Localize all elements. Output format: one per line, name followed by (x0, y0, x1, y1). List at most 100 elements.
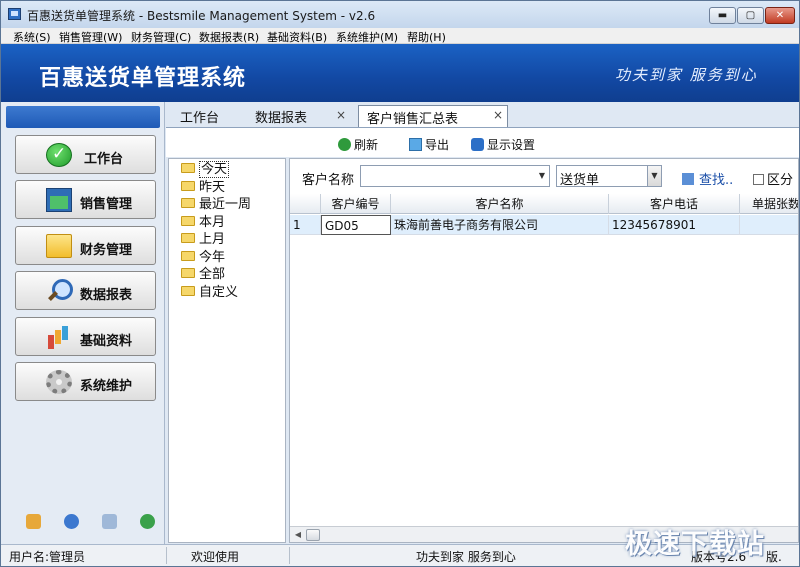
sidebar-item-label: 数据报表 (80, 288, 133, 303)
sidebar-item-label: 基础资料 (80, 334, 133, 349)
tab-label: 客户销售汇总表 (367, 112, 459, 127)
zoom-icon[interactable] (102, 514, 117, 529)
filter-row: 客户名称 ▼ 送货单 ▼ 查找.. 区分 (290, 159, 798, 192)
chevron-down-icon[interactable]: ▼ (535, 166, 549, 186)
window-title: 百惠送货单管理系统 - Bestsmile Management System … (27, 9, 376, 23)
maximize-button[interactable]: ▢ (737, 7, 764, 24)
sidebar: 工作台 销售管理 财务管理 数据报表 基础资料 系统维护 (1, 102, 165, 544)
col-header-doc-count[interactable]: 单据张数 (740, 194, 798, 214)
sidebar-item-sales[interactable]: 销售管理 (15, 180, 156, 219)
export-icon (409, 138, 422, 151)
banner-slogan: 功夫到家 服务到心 (615, 66, 758, 84)
toolbar: 刷新 导出 显示设置 (166, 127, 799, 157)
tree-item-label: 今年 (199, 250, 226, 265)
tree-item-all[interactable]: 全部 (181, 267, 225, 283)
scroll-thumb[interactable] (306, 529, 320, 541)
cell-name[interactable]: 珠海前善电子商务有限公司 (391, 215, 609, 235)
tree-item-label: 上月 (199, 232, 226, 247)
tree-item-label: 今天 (199, 161, 230, 178)
sidebar-item-workbench[interactable]: 工作台 (15, 135, 156, 174)
settings-icon (471, 138, 484, 151)
gear-icon (46, 370, 72, 394)
cell-doc-count[interactable] (740, 215, 798, 235)
sidebar-item-reports[interactable]: 数据报表 (15, 271, 156, 310)
sidebar-item-maintenance[interactable]: 系统维护 (15, 362, 156, 401)
header-banner: 百惠送货单管理系统 功夫到家 服务到心 (1, 44, 799, 102)
tree-item-this-year[interactable]: 今年 (181, 250, 225, 266)
tree-item-custom[interactable]: 自定义 (181, 285, 238, 301)
menu-basic-data[interactable]: 基础资料(B) (267, 29, 327, 45)
menu-maintenance[interactable]: 系统维护(M) (336, 29, 398, 45)
sidebar-item-label: 工作台 (84, 152, 124, 167)
menu-finance[interactable]: 财务管理(C) (131, 29, 191, 45)
title-bar: 百惠送货单管理系统 - Bestsmile Management System … (1, 1, 799, 28)
menu-system[interactable]: 系统(S) (13, 29, 51, 45)
refresh-button[interactable]: 刷新 (338, 136, 378, 153)
folder-icon (181, 181, 195, 191)
status-separator (166, 547, 167, 564)
tab-workbench[interactable]: 工作台 (180, 107, 219, 126)
menu-help[interactable]: 帮助(H) (407, 29, 446, 45)
tree-item-label: 最近一周 (199, 197, 252, 212)
watermark-logo: 极速下载站 (625, 529, 765, 560)
tab-reports-close-icon[interactable]: × (336, 108, 346, 122)
tab-reports[interactable]: 数据报表 (255, 107, 307, 126)
chevron-down-icon[interactable]: ▼ (647, 166, 661, 186)
cell-phone[interactable]: 12345678901 (609, 215, 740, 235)
folder-icon (181, 268, 195, 278)
col-header-name[interactable]: 客户名称 (391, 194, 609, 214)
minimize-button[interactable]: ▬ (709, 7, 736, 24)
window-icon (46, 188, 72, 212)
status-extra: 版. (766, 550, 782, 564)
export-button[interactable]: 导出 (409, 136, 449, 153)
customer-name-label: 客户名称 (302, 173, 355, 188)
clock-icon[interactable] (64, 514, 79, 529)
folder-icon (46, 234, 72, 258)
tab-customer-sales-summary[interactable]: 客户销售汇总表 × (358, 105, 508, 128)
tree-item-today[interactable]: 今天 (181, 161, 230, 178)
chart-icon (46, 325, 72, 349)
forward-icon[interactable] (140, 514, 155, 529)
display-settings-label: 显示设置 (487, 138, 536, 152)
cell-code[interactable]: GD05 (321, 215, 391, 235)
table-row[interactable]: 1 GD05 珠海前善电子商务有限公司 12345678901 (290, 215, 798, 235)
check-icon (46, 143, 72, 167)
col-header-phone[interactable]: 客户电话 (609, 194, 740, 214)
status-separator (289, 547, 290, 564)
tree-item-this-month[interactable]: 本月 (181, 215, 225, 231)
app-icon (8, 8, 21, 20)
key-icon[interactable] (26, 514, 41, 529)
find-button[interactable]: 查找.. (682, 169, 733, 188)
tree-item-label: 昨天 (199, 180, 226, 195)
find-icon (682, 173, 694, 185)
split-checkbox[interactable]: 区分 (753, 169, 793, 188)
close-button[interactable]: ✕ (765, 7, 795, 24)
find-label: 查找.. (699, 173, 734, 188)
folder-icon (181, 163, 195, 173)
document-type-value: 送货单 (560, 173, 600, 188)
folder-icon (181, 286, 195, 296)
checkbox-box[interactable] (753, 174, 764, 185)
col-header-code[interactable]: 客户编号 (321, 194, 391, 214)
export-label: 导出 (425, 138, 450, 152)
tree-item-last-month[interactable]: 上月 (181, 232, 225, 248)
display-settings-button[interactable]: 显示设置 (471, 136, 535, 153)
status-slogan: 功夫到家 服务到心 (416, 550, 516, 564)
sidebar-item-finance[interactable]: 财务管理 (15, 226, 156, 265)
app-banner-title: 百惠送货单管理系统 (39, 66, 247, 91)
scroll-left-icon[interactable]: ◀ (292, 529, 304, 541)
customer-name-select[interactable]: ▼ (360, 165, 550, 187)
col-header-index[interactable] (290, 194, 321, 214)
tree-item-last-week[interactable]: 最近一周 (181, 197, 251, 213)
sidebar-item-basic-data[interactable]: 基础资料 (15, 317, 156, 356)
menu-bar: 系统(S) 销售管理(W) 财务管理(C) 数据报表(R) 基础资料(B) 系统… (1, 28, 799, 44)
tree-item-yesterday[interactable]: 昨天 (181, 180, 225, 196)
menu-sales[interactable]: 销售管理(W) (59, 29, 122, 45)
sidebar-item-label: 系统维护 (80, 379, 133, 394)
tab-close-icon[interactable]: × (493, 108, 503, 122)
menu-reports[interactable]: 数据报表(R) (199, 29, 259, 45)
search-icon (46, 279, 73, 303)
cell-index[interactable]: 1 (290, 215, 321, 235)
status-user: 用户名:管理员 (9, 550, 86, 564)
document-type-select[interactable]: 送货单 ▼ (556, 165, 662, 188)
